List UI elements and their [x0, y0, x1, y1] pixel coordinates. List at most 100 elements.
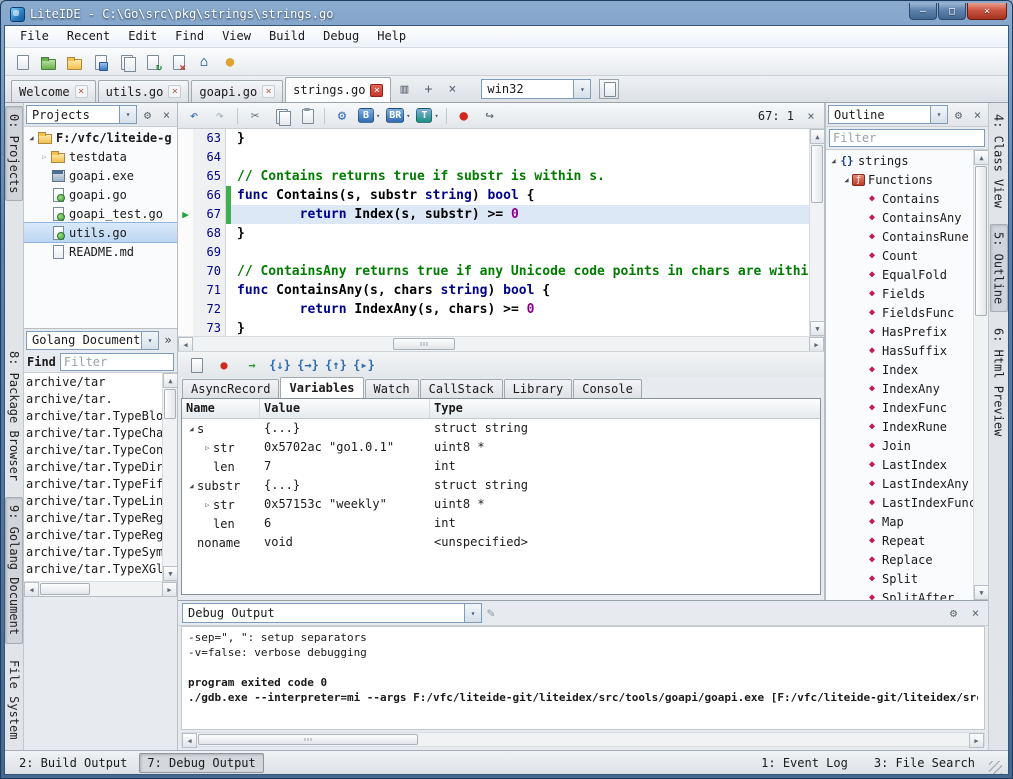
project-tree-item-row[interactable]: goapi.go [24, 185, 177, 204]
line-number[interactable]: 71 [193, 281, 226, 300]
open-file-button[interactable] [62, 50, 86, 73]
scroll-up-icon[interactable]: ▲ [974, 150, 989, 165]
side-tab-9-golang-document[interactable]: 9: Golang Document [5, 497, 23, 643]
continue-debug-button[interactable]: → [240, 353, 264, 376]
status-button-3-file-search[interactable]: 3: File Search [866, 753, 983, 773]
start-debug-button[interactable]: ● [452, 104, 476, 127]
doc-list-item[interactable]: archive/tar. [26, 391, 162, 408]
outline-item-row[interactable]: ◢ƒFunctions [826, 170, 973, 189]
outline-vscrollbar[interactable]: ▲ ▼ [973, 150, 988, 600]
scroll-track[interactable] [974, 165, 988, 585]
outline-item-row[interactable]: ◢{}strings [826, 151, 973, 170]
doc-filter-input[interactable] [60, 353, 174, 371]
env-settings-button[interactable] [599, 79, 619, 99]
code-line[interactable]: 69 [178, 243, 809, 262]
env-combo[interactable]: win32 ▾ [481, 79, 591, 99]
reload-file-button[interactable] [140, 50, 164, 73]
variable-row[interactable]: len6int [182, 514, 820, 533]
line-number[interactable]: 65 [193, 167, 226, 186]
doc-list-item[interactable]: archive/tar [26, 374, 162, 391]
minimize-button[interactable]: – [909, 3, 937, 20]
line-number[interactable]: 69 [193, 243, 226, 262]
expander-icon[interactable]: ◢ [841, 176, 852, 184]
outline-item-row[interactable]: ◆IndexRune [826, 417, 973, 436]
tab-close-icon[interactable]: × [370, 84, 383, 97]
menu-item-build[interactable]: Build [260, 27, 314, 46]
code-line[interactable]: 63} [178, 129, 809, 148]
code-line[interactable]: ▶67 return Index(s, substr) >= 0 [178, 205, 809, 224]
variable-row[interactable]: ◢s{...}struct string [182, 419, 820, 438]
close-editor-icon[interactable]: × [802, 109, 820, 123]
close-button[interactable]: × [967, 3, 1007, 20]
scroll-track[interactable] [810, 144, 824, 321]
doc-list-item[interactable]: archive/tar.TypeCont [26, 442, 162, 459]
menu-item-file[interactable]: File [11, 27, 58, 46]
new-file-button[interactable] [10, 50, 34, 73]
line-number[interactable]: 64 [193, 148, 226, 167]
scroll-left-icon[interactable]: ◀ [178, 337, 193, 352]
open-folder-button[interactable] [36, 50, 60, 73]
outline-item-row[interactable]: ◆HasPrefix [826, 322, 973, 341]
expander-icon[interactable]: ◢ [186, 425, 197, 433]
outline-item-row[interactable]: ◆LastIndexAny [826, 474, 973, 493]
build-menu-button[interactable]: B▾ [356, 108, 382, 123]
outline-item-row[interactable]: ◆IndexAny [826, 379, 973, 398]
menu-item-debug[interactable]: Debug [314, 27, 368, 46]
scroll-down-icon[interactable]: ▼ [974, 585, 989, 600]
line-number[interactable]: 66 [193, 186, 226, 205]
split-editor-icon[interactable]: ▥ [393, 78, 415, 100]
scroll-right-icon[interactable]: ▶ [969, 733, 984, 748]
code-line[interactable]: 73} [178, 319, 809, 336]
doc-tab-utils-go[interactable]: utils.go× [98, 80, 190, 102]
menu-item-edit[interactable]: Edit [119, 27, 166, 46]
variable-row[interactable]: ▷str0x57153c "weekly"uint8 * [182, 495, 820, 514]
doc-list-vscrollbar[interactable]: ▲ ▼ [162, 373, 177, 581]
copy-button[interactable] [269, 104, 293, 127]
save-file-button[interactable] [88, 50, 112, 73]
editor-hscrollbar[interactable]: ◀ ▶ [178, 336, 824, 351]
scroll-thumb[interactable] [198, 734, 418, 745]
outline-item-row[interactable]: ◆LastIndex [826, 455, 973, 474]
close-tab-icon[interactable]: × [441, 78, 463, 100]
outline-combo[interactable]: Outline ▾ [828, 105, 948, 124]
stop-debug-button[interactable]: ● [212, 353, 236, 376]
scroll-thumb[interactable] [164, 389, 176, 419]
code-line[interactable]: 68} [178, 224, 809, 243]
outline-item-row[interactable]: ◆LastIndexFunc [826, 493, 973, 512]
column-header-value[interactable]: Value [260, 399, 430, 418]
project-tree-item-row[interactable]: goapi.exe [24, 166, 177, 185]
doc-list-item[interactable]: archive/tar.TypeBlock [26, 408, 162, 425]
expander-icon[interactable]: ◢ [26, 134, 37, 142]
expander-icon[interactable]: ▷ [202, 501, 213, 509]
side-tab-4-class-view[interactable]: 4: Class View [990, 106, 1008, 216]
code-line[interactable]: 65// Contains returns true if substr is … [178, 167, 809, 186]
close-icon[interactable]: × [969, 106, 986, 124]
scroll-track[interactable] [163, 388, 177, 566]
expander-icon[interactable]: ▷ [202, 444, 213, 452]
line-number[interactable]: 63 [193, 129, 226, 148]
project-tree-item-row[interactable]: README.md [24, 242, 177, 261]
step-into-button[interactable]: {↓} [268, 353, 292, 376]
column-header-name[interactable]: Name [182, 399, 260, 418]
doc-list-item[interactable]: archive/tar.TypeLink [26, 493, 162, 510]
scroll-track[interactable] [193, 337, 809, 351]
outline-item-row[interactable]: ◆EqualFold [826, 265, 973, 284]
doc-list-hscrollbar[interactable]: ◀ ▶ [24, 581, 177, 596]
outline-item-row[interactable]: ◆FieldsFunc [826, 303, 973, 322]
scroll-down-icon[interactable]: ▼ [163, 566, 178, 581]
outline-filter-input[interactable] [829, 129, 985, 147]
outline-item-row[interactable]: ◆HasSuffix [826, 341, 973, 360]
doc-tab-welcome[interactable]: Welcome× [11, 80, 96, 102]
status-button-7-debug-output[interactable]: 7: Debug Output [139, 753, 263, 773]
run-to-line-button[interactable]: {▸} [352, 353, 376, 376]
menu-item-view[interactable]: View [213, 27, 260, 46]
scroll-thumb[interactable] [393, 338, 455, 350]
doc-tab-goapi-go[interactable]: goapi.go× [191, 80, 283, 102]
scroll-track[interactable] [39, 582, 162, 596]
outline-item-row[interactable]: ◆IndexFunc [826, 398, 973, 417]
doc-list-item[interactable]: archive/tar.TypeRegA [26, 527, 162, 544]
cut-button[interactable]: ✂ [243, 104, 267, 127]
outline-item-row[interactable]: ◆ContainsRune [826, 227, 973, 246]
project-tree-item-row[interactable]: ◢F:/vfc/liteide-g [24, 128, 177, 147]
side-tab-6-html-preview[interactable]: 6: Html Preview [990, 320, 1008, 444]
